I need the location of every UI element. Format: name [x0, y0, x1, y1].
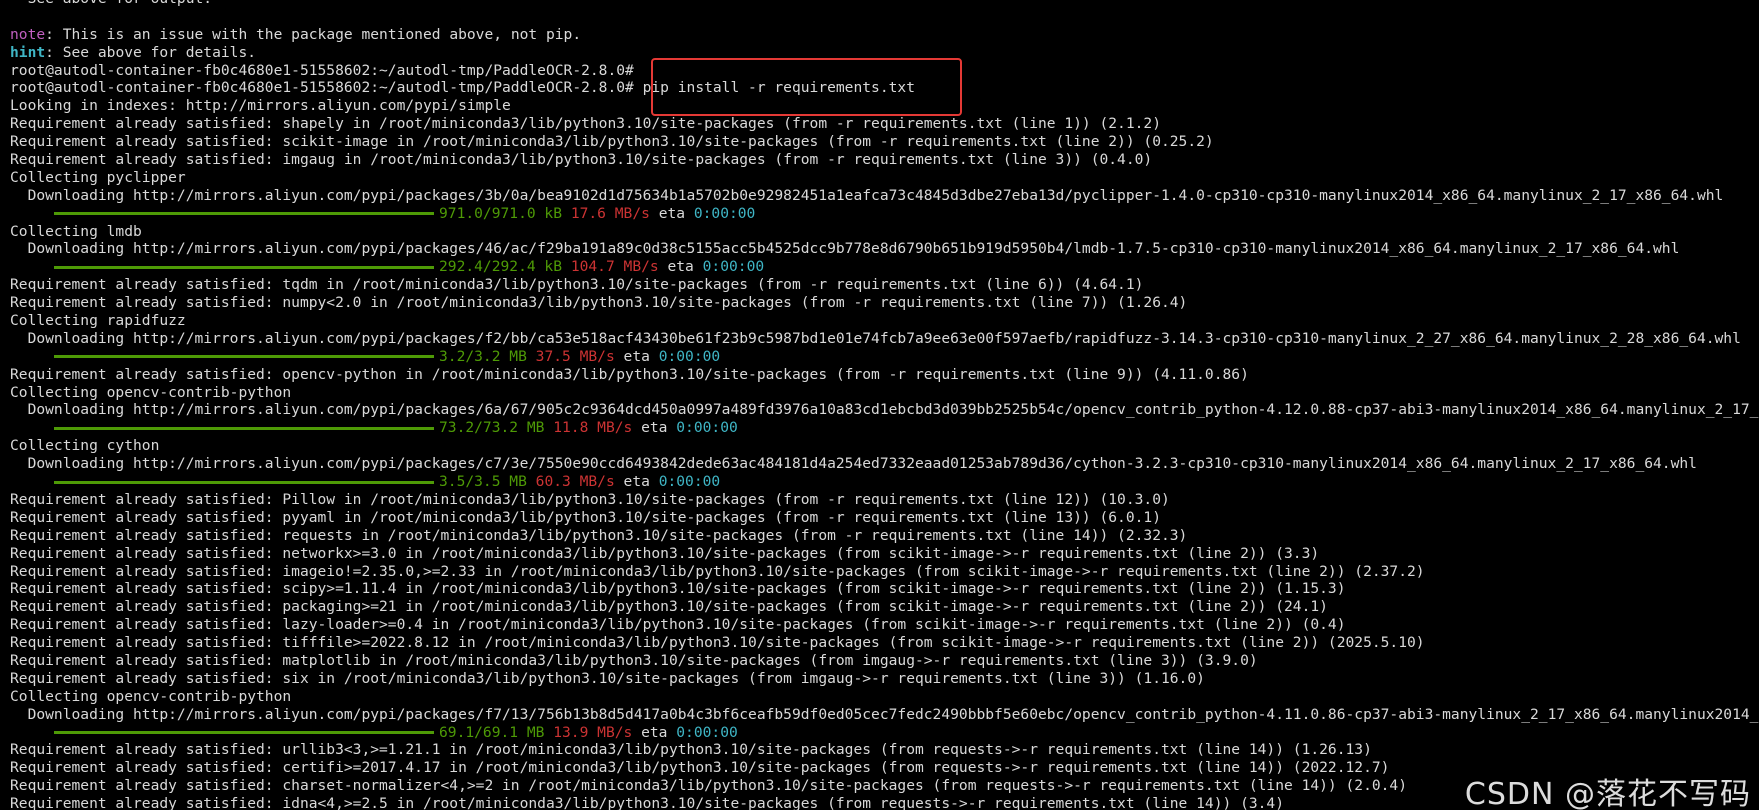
output-line: Requirement already satisfied: opencv-py…: [10, 365, 1249, 383]
progress-eta-time: 0:00:00: [658, 347, 721, 365]
hint-message: : See above for details.: [45, 43, 257, 61]
output-line: Requirement already satisfied: six in /r…: [10, 669, 1205, 687]
output-line: Requirement already satisfied: lazy-load…: [10, 616, 1346, 634]
progress-eta-label: eta: [667, 258, 694, 276]
output-line: Requirement already satisfied: imgaug in…: [10, 151, 1153, 169]
output-line: Downloading http://mirrors.aliyun.com/py…: [10, 186, 1724, 204]
output-line: root@autodl-container-fb0c4680e1-5155860…: [10, 61, 634, 79]
output-line: Looking in indexes: http://mirrors.aliyu…: [10, 97, 511, 115]
output-line: Collecting opencv-contrib-python: [10, 687, 292, 705]
progress-bar: [54, 426, 434, 430]
progress-speed: 11.8 MB/s: [553, 419, 633, 437]
progress-speed: 104.7 MB/s: [570, 258, 659, 276]
download-progress-line: 292.4/292.4 kB 104.7 MB/s eta 0:00:00: [10, 258, 1759, 276]
output-line: Collecting lmdb: [10, 222, 142, 240]
progress-eta-time: 0:00:00: [693, 204, 756, 222]
output-line: root@autodl-container-fb0c4680e1-5155860…: [10, 79, 915, 97]
progress-size: 73.2/73.2 MB: [439, 419, 545, 437]
progress-bar: [54, 212, 434, 216]
progress-bar: [54, 480, 434, 484]
hint-keyword: hint: [10, 43, 46, 61]
note-keyword: note: [10, 25, 46, 43]
output-line: Requirement already satisfied: networkx>…: [10, 544, 1320, 562]
output-line: Requirement already satisfied: requests …: [10, 526, 1188, 544]
download-progress-line: 3.5/3.5 MB 60.3 MB/s eta 0:00:00: [10, 473, 1759, 491]
output-line: Downloading http://mirrors.aliyun.com/py…: [10, 240, 1680, 258]
output-line: Downloading http://mirrors.aliyun.com/py…: [10, 455, 1697, 473]
progress-speed: 17.6 MB/s: [570, 204, 650, 222]
progress-eta-time: 0:00:00: [676, 723, 738, 741]
note-message: : This is an issue with the package ment…: [45, 25, 582, 43]
progress-eta-time: 0:00:00: [658, 473, 721, 491]
output-line: Requirement already satisfied: urllib3<3…: [10, 741, 1372, 759]
progress-eta-label: eta: [623, 473, 650, 491]
output-line: Collecting opencv-contrib-python: [10, 383, 292, 401]
output-line: Requirement already satisfied: numpy<2.0…: [10, 294, 1188, 312]
output-line: Requirement already satisfied: scipy>=1.…: [10, 580, 1346, 598]
output-line: Downloading http://mirrors.aliyun.com/py…: [10, 705, 1759, 723]
progress-eta-label: eta: [641, 723, 668, 741]
download-progress-line: 73.2/73.2 MB 11.8 MB/s eta 0:00:00: [10, 419, 1759, 437]
progress-bar: [54, 355, 434, 359]
output-line: Collecting cython: [10, 437, 160, 455]
output-line: Downloading http://mirrors.aliyun.com/py…: [10, 401, 1759, 419]
watermark: CSDN @落花不写码: [1464, 777, 1751, 810]
progress-eta-time: 0:00:00: [702, 258, 765, 276]
progress-bar: [54, 731, 434, 735]
download-progress-line: 69.1/69.1 MB 13.9 MB/s eta 0:00:00: [10, 724, 1759, 742]
output-line: Requirement already satisfied: packaging…: [10, 598, 1328, 616]
progress-size: 971.0/971.0 kB: [439, 204, 563, 222]
note-line: note: This is an issue with the package …: [10, 26, 1759, 44]
progress-eta-label: eta: [623, 347, 650, 365]
output-line: Requirement already satisfied: tifffile>…: [10, 634, 1425, 652]
progress-size: 3.2/3.2 MB: [439, 347, 527, 365]
progress-speed: 37.5 MB/s: [535, 347, 615, 365]
progress-eta-time: 0:00:00: [676, 419, 738, 437]
output-line: Collecting pyclipper: [10, 168, 186, 186]
progress-speed: 60.3 MB/s: [535, 473, 615, 491]
output-line: Requirement already satisfied: scikit-im…: [10, 133, 1214, 151]
output-line: Requirement already satisfied: shapely i…: [10, 115, 1161, 133]
terminal-window[interactable]: See above for output. note: This is an is…: [0, 0, 1759, 810]
hint-line: hint: See above for details.: [10, 44, 1759, 62]
output-line: Requirement already satisfied: matplotli…: [10, 651, 1258, 669]
progress-size: 3.5/3.5 MB: [439, 473, 527, 491]
progress-bar: [54, 265, 434, 269]
output-line: Downloading http://mirrors.aliyun.com/py…: [10, 329, 1741, 347]
progress-size: 292.4/292.4 kB: [439, 258, 563, 276]
output-line: Requirement already satisfied: tqdm in /…: [10, 276, 1144, 294]
progress-eta-label: eta: [658, 204, 686, 222]
output-line: Requirement already satisfied: pyyaml in…: [10, 508, 1161, 526]
download-progress-line: 3.2/3.2 MB 37.5 MB/s eta 0:00:00: [10, 348, 1759, 366]
progress-size: 69.1/69.1 MB: [439, 723, 545, 741]
output-line: Collecting rapidfuzz: [10, 312, 186, 330]
output-line: Requirement already satisfied: certifi>=…: [10, 759, 1390, 777]
download-progress-line: 971.0/971.0 kB 17.6 MB/s eta 0:00:00: [10, 205, 1759, 223]
output-line: Requirement already satisfied: imageio!=…: [10, 562, 1425, 580]
terminal-output: See above for output. note: This is an is…: [10, 0, 1759, 810]
output-line: Requirement already satisfied: Pillow in…: [10, 490, 1170, 508]
output-line: See above for output.: [10, 0, 1759, 8]
progress-eta-label: eta: [641, 419, 668, 437]
progress-speed: 13.9 MB/s: [553, 723, 633, 741]
